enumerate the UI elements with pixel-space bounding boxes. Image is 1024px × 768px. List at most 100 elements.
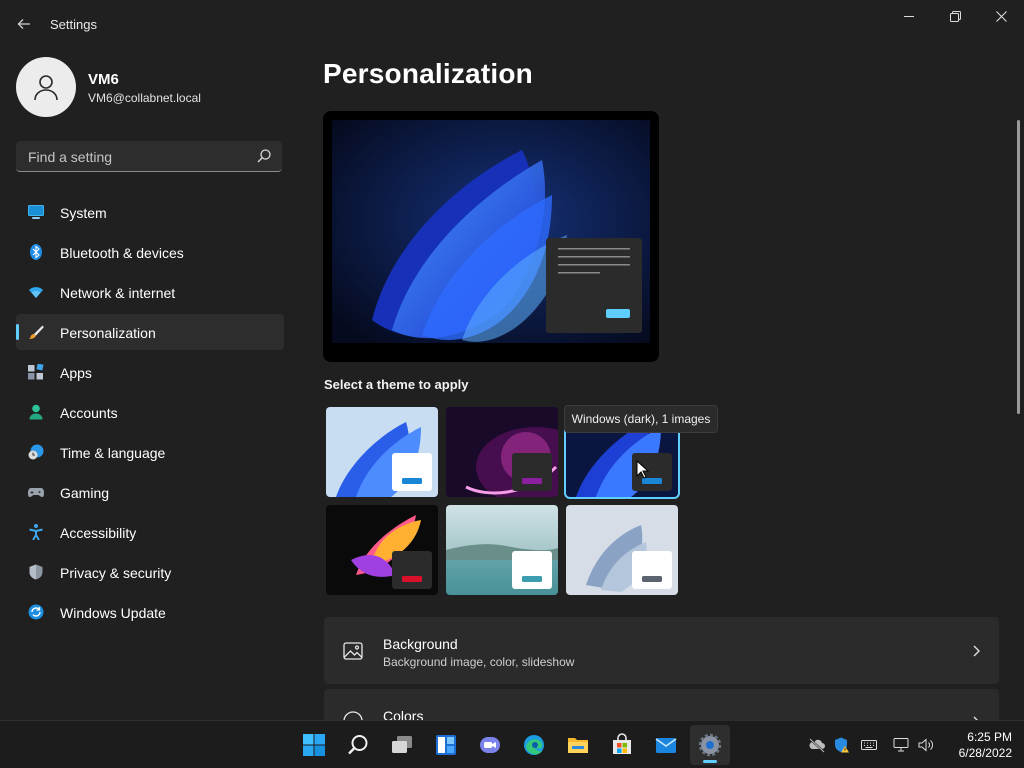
clock-globe-icon (28, 444, 44, 460)
network-icon[interactable] (893, 737, 909, 753)
theme-tooltip: Windows (dark), 1 images (564, 405, 718, 433)
update-icon (28, 604, 44, 620)
sidebar-item-apps[interactable]: Apps (16, 354, 284, 390)
sidebar-item-accounts[interactable]: Accounts (16, 394, 284, 430)
sidebar-item-label: Personalization (60, 325, 156, 341)
mail-icon (655, 738, 677, 753)
start-button[interactable] (294, 725, 334, 765)
widgets-button[interactable] (426, 725, 466, 765)
sidebar-item-accessibility[interactable]: Accessibility (16, 514, 284, 550)
task-view-button[interactable] (382, 725, 422, 765)
widgets-icon (436, 735, 456, 755)
taskbar-clock[interactable]: 6:25 PM 6/28/2022 (942, 729, 1012, 761)
theme-preview (323, 111, 659, 362)
sidebar-item-personalization[interactable]: Personalization (16, 314, 284, 350)
teams-chat-icon (480, 737, 500, 753)
bloom-wallpaper (332, 120, 650, 343)
sidebar-item-system[interactable]: System (16, 194, 284, 230)
file-explorer-button[interactable] (558, 725, 598, 765)
sidebar-item-label: Gaming (60, 485, 110, 501)
background-card[interactable]: Background Background image, color, slid… (324, 617, 999, 684)
bluetooth-icon (30, 244, 42, 260)
theme-captured-motion[interactable] (326, 505, 438, 595)
clock-date: 6/28/2022 (958, 746, 1012, 760)
theme-thumbnail (566, 505, 678, 595)
search-box[interactable] (16, 141, 282, 172)
page-title: Personalization (323, 58, 533, 89)
search-icon[interactable] (256, 148, 272, 164)
sidebar-item-label: System (60, 205, 107, 221)
sidebar-item-label: Time & language (60, 445, 166, 461)
taskbar: 6:25 PM 6/28/2022 (0, 720, 1024, 768)
card-title: Background (383, 636, 458, 652)
settings-icon (698, 733, 722, 757)
sidebar-item-gaming[interactable]: Gaming (16, 474, 284, 510)
accessibility-icon (29, 524, 43, 540)
back-arrow-icon (17, 19, 30, 29)
store-icon (613, 733, 631, 754)
sidebar-item-label: Privacy & security (60, 565, 172, 581)
sidebar-item-bluetooth[interactable]: Bluetooth & devices (16, 234, 284, 270)
sidebar-item-network[interactable]: Network & internet (16, 274, 284, 310)
volume-icon[interactable] (918, 737, 934, 753)
user-email: VM6@collabnet.local (88, 91, 201, 105)
sidebar-item-label: Network & internet (60, 285, 176, 301)
sidebar-item-windows-update[interactable]: Windows Update (16, 594, 284, 630)
theme-glow[interactable] (446, 407, 558, 497)
theme-thumbnail (446, 505, 558, 595)
shield-icon (29, 564, 43, 580)
preview-desktop (332, 120, 650, 343)
scrollbar[interactable] (1017, 120, 1020, 414)
taskbar-search-button[interactable] (338, 725, 378, 765)
mail-button[interactable] (646, 725, 686, 765)
teams-chat-button[interactable] (470, 725, 510, 765)
settings-button[interactable] (690, 725, 730, 765)
chevron-right-icon (973, 645, 980, 657)
close-button[interactable] (978, 0, 1024, 32)
apps-icon (28, 364, 44, 380)
title-bar: Settings (0, 0, 1024, 48)
edge-button[interactable] (514, 725, 554, 765)
theme-windows-light[interactable] (326, 407, 438, 497)
close-icon (995, 10, 1007, 22)
sidebar-item-label: Apps (60, 365, 92, 381)
store-button[interactable] (602, 725, 642, 765)
theme-sunrise[interactable] (446, 505, 558, 595)
sidebar-item-time-language[interactable]: Time & language (16, 434, 284, 470)
card-subtitle: Background image, color, slideshow (383, 655, 575, 669)
sidebar-item-privacy-security[interactable]: Privacy & security (16, 554, 284, 590)
start-icon (303, 734, 325, 756)
task-view-icon (392, 736, 412, 753)
restore-button[interactable] (932, 0, 978, 32)
wifi-icon (29, 287, 43, 298)
sidebar-item-label: Windows Update (60, 605, 166, 621)
minimize-button[interactable] (886, 0, 932, 32)
system-icon (28, 205, 44, 219)
restore-icon (949, 10, 961, 22)
user-name: VM6 (88, 71, 119, 88)
onedrive-offline-icon[interactable] (809, 737, 825, 753)
accounts-icon (29, 404, 43, 420)
edge-icon (524, 735, 544, 755)
back-button[interactable] (10, 10, 38, 38)
search-icon (348, 735, 368, 755)
minimize-icon (904, 16, 914, 17)
gamepad-icon (28, 488, 44, 497)
theme-flow[interactable] (566, 505, 678, 595)
theme-thumbnail (326, 505, 438, 595)
app-title: Settings (50, 17, 97, 32)
defender-warning-icon[interactable] (834, 737, 850, 753)
sidebar-item-label: Accounts (60, 405, 118, 421)
avatar[interactable] (16, 57, 76, 117)
sidebar-item-label: Accessibility (60, 525, 137, 541)
theme-thumbnail (446, 407, 558, 497)
file-explorer-icon (568, 738, 588, 753)
sidebar-nav: System Bluetooth & devices Network & int… (16, 194, 284, 634)
colors-card[interactable]: Colors (324, 689, 999, 731)
brush-icon (29, 325, 44, 339)
sidebar-item-label: Bluetooth & devices (60, 245, 184, 261)
theme-thumbnail (326, 407, 438, 497)
keyboard-icon[interactable] (861, 737, 877, 753)
search-input[interactable] (26, 147, 250, 167)
themes-section-label: Select a theme to apply (324, 377, 469, 392)
